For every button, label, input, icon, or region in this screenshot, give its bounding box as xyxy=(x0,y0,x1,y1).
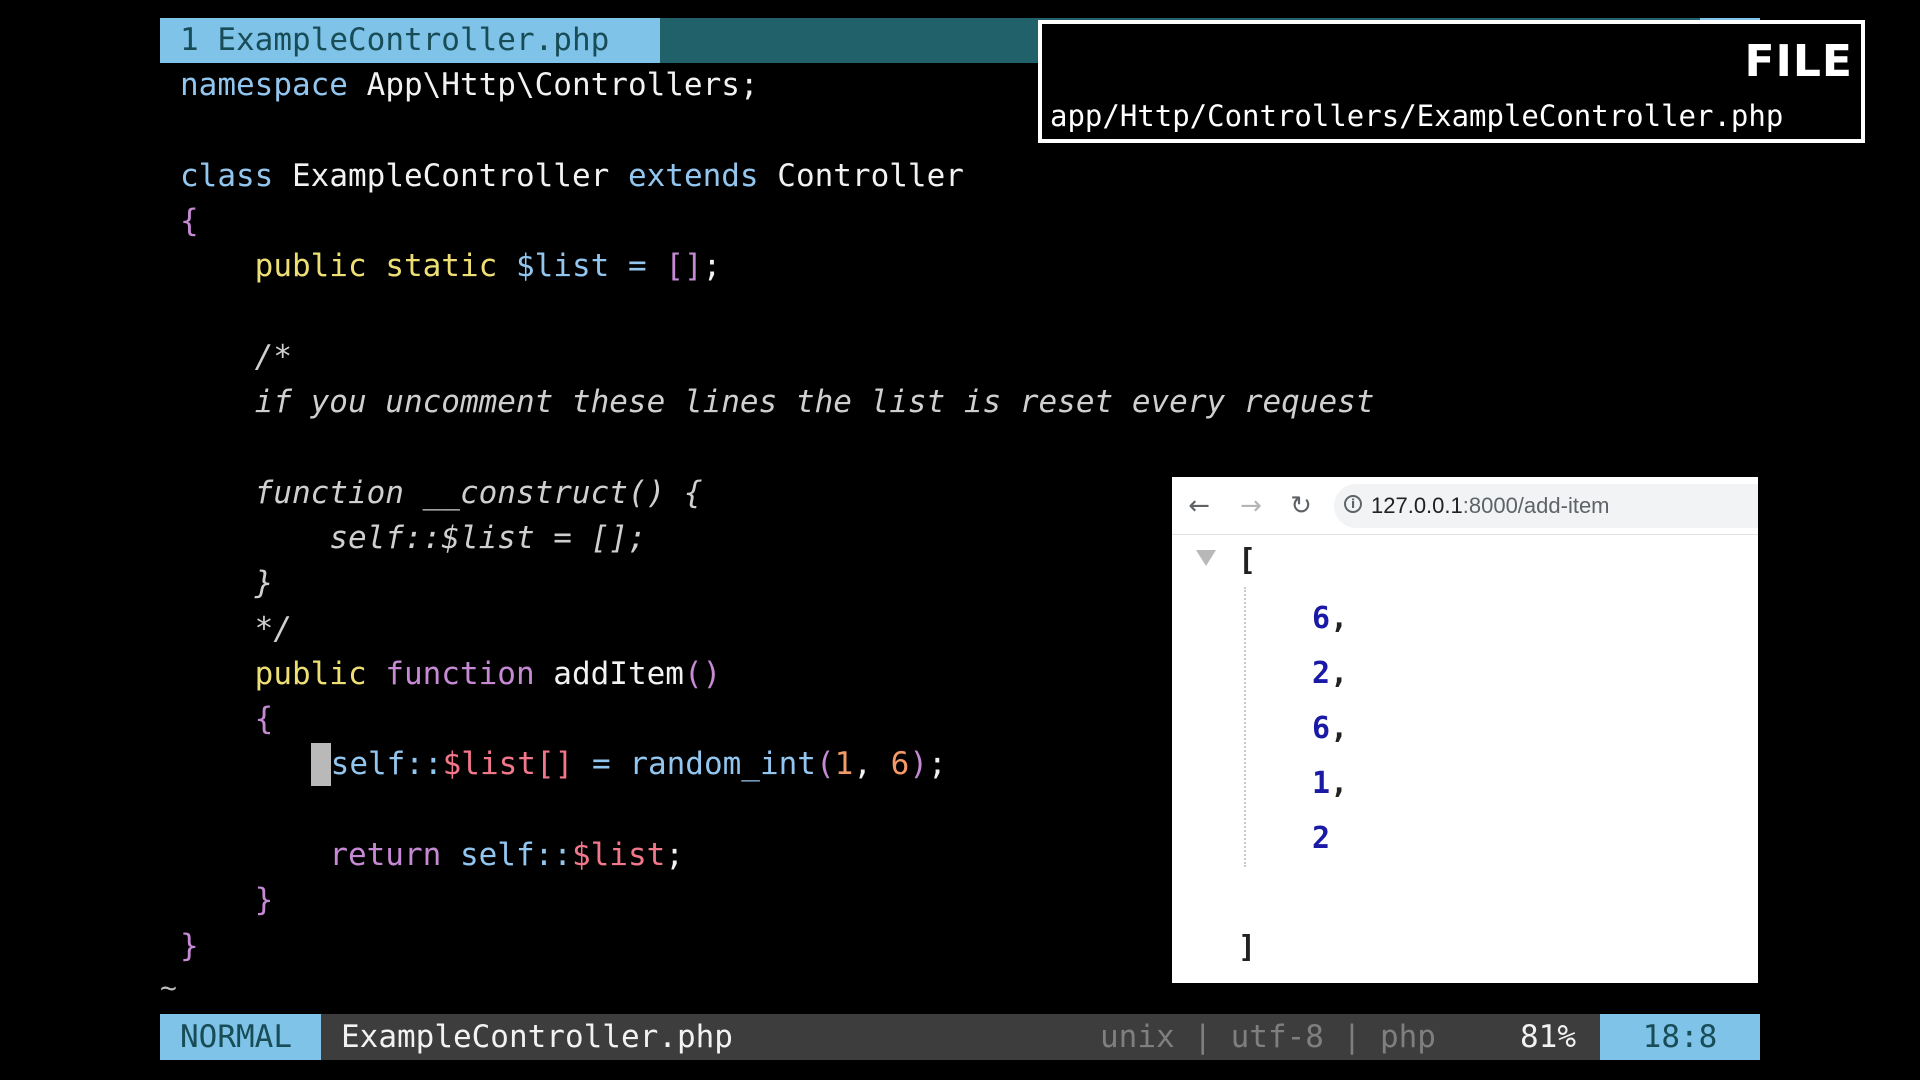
keyword-extends: extends xyxy=(627,157,759,194)
url-text[interactable]: 127.0.0.1:8000/add-item xyxy=(1371,484,1610,528)
json-number: 2 xyxy=(1312,821,1331,856)
code-line: { xyxy=(180,199,1740,244)
json-number: 6 xyxy=(1312,601,1331,636)
code-line: public static $list = []; xyxy=(180,244,1740,289)
code-line-comment: /* xyxy=(180,335,1740,380)
json-item: 2 xyxy=(1312,811,1348,866)
json-comma: , xyxy=(1330,656,1349,691)
url-path: :8000/add-item xyxy=(1462,493,1610,518)
comment-text: if you uncomment these lines the list is… xyxy=(254,384,1375,421)
comment-close: */ xyxy=(254,610,292,647)
empty-line-tilde: ~ xyxy=(160,971,177,1004)
method-parens: () xyxy=(683,655,722,692)
keyword-public: public xyxy=(254,655,367,692)
json-comma: , xyxy=(1330,711,1349,746)
var-list: $list xyxy=(571,837,666,874)
json-item: 1, xyxy=(1312,756,1348,811)
brace-close: } xyxy=(254,882,274,919)
var-list: $list xyxy=(515,248,610,285)
operator-equals: = xyxy=(627,248,647,285)
comment-close-brace: } xyxy=(254,565,274,602)
json-number: 2 xyxy=(1312,656,1331,691)
class-name: ExampleController xyxy=(292,157,610,194)
code-line: class ExampleController extends Controll… xyxy=(180,154,1740,199)
keyword-public: public xyxy=(254,248,367,285)
json-viewer: [ 6, 2, 6, 1, 2 ] xyxy=(1172,535,1758,983)
tab-examplecontroller[interactable]: 1 ExampleController.php xyxy=(160,18,660,63)
file-path-overlay: FILE app/Http/Controllers/ExampleControl… xyxy=(1038,20,1865,143)
status-fileinfo: unix | utf-8 | php xyxy=(1100,1019,1436,1055)
status-filename: ExampleController.php xyxy=(341,1019,733,1055)
arg-min: 1 xyxy=(834,746,854,783)
comma: , xyxy=(853,746,872,783)
keyword-static: static xyxy=(385,248,498,285)
back-arrow-icon[interactable]: ← xyxy=(1182,489,1216,523)
semicolon: ; xyxy=(665,837,684,874)
operator-equals: = xyxy=(591,746,611,783)
paren-close: ) xyxy=(909,746,928,783)
brace-open: { xyxy=(254,701,274,738)
browser-window: ← → ↻ i 127.0.0.1:8000/add-item [ 6, 2, … xyxy=(1172,477,1758,983)
browser-toolbar: ← → ↻ i 127.0.0.1:8000/add-item xyxy=(1172,477,1758,535)
function-random-int: random_int xyxy=(629,746,816,783)
parent-class-name: Controller xyxy=(777,157,964,194)
json-array-close: ] xyxy=(1238,930,1257,965)
json-number: 1 xyxy=(1312,766,1331,801)
tab-filename: ExampleController.php xyxy=(217,22,610,58)
comment-body: self::$list = []; xyxy=(329,519,647,556)
comment-function: function __construct() { xyxy=(254,474,703,511)
json-item: 6, xyxy=(1312,591,1348,646)
overlay-file-path: app/Http/Controllers/ExampleController.p… xyxy=(1050,99,1784,133)
arg-max: 6 xyxy=(890,746,910,783)
overlay-title: FILE xyxy=(1744,36,1853,87)
json-comma: , xyxy=(1330,601,1349,636)
brace-close: } xyxy=(180,927,199,964)
collapse-triangle-icon[interactable] xyxy=(1196,550,1216,566)
namespace-name: App\Http\Controllers; xyxy=(366,67,759,103)
method-name: addItem xyxy=(553,655,684,692)
json-array-items: 6, 2, 6, 1, 2 xyxy=(1312,591,1348,866)
address-bar[interactable]: i 127.0.0.1:8000/add-item xyxy=(1334,484,1758,528)
status-percent: 81% xyxy=(1520,1019,1576,1055)
url-host: 127.0.0.1 xyxy=(1371,493,1463,518)
mode-indicator: NORMAL xyxy=(160,1014,321,1060)
brace-open: { xyxy=(180,202,199,239)
json-item: 6, xyxy=(1312,701,1348,756)
self-ref: self:: xyxy=(330,746,443,783)
tab-number: 1 xyxy=(180,22,199,58)
semicolon: ; xyxy=(927,746,947,783)
json-number: 6 xyxy=(1312,711,1331,746)
json-array-open: [ xyxy=(1238,543,1257,578)
statusline: NORMAL ExampleController.php unix | utf-… xyxy=(160,1014,1760,1060)
keyword-class: class xyxy=(180,157,274,194)
json-item: 2, xyxy=(1312,646,1348,701)
site-info-icon[interactable]: i xyxy=(1344,495,1362,513)
keyword-return: return xyxy=(329,837,442,874)
keyword-namespace: namespace xyxy=(180,67,348,103)
var-list-push: $list[] xyxy=(442,746,574,783)
comment-open: /* xyxy=(254,338,292,375)
json-comma: , xyxy=(1330,766,1349,801)
text-cursor xyxy=(310,743,331,787)
code-line-comment: if you uncomment these lines the list is… xyxy=(180,380,1740,425)
indent-guide xyxy=(1244,587,1246,867)
paren-open: ( xyxy=(815,746,835,783)
reload-icon[interactable]: ↻ xyxy=(1284,489,1318,523)
keyword-function: function xyxy=(385,655,535,692)
semicolon: ; xyxy=(702,248,722,285)
forward-arrow-icon[interactable]: → xyxy=(1234,489,1268,523)
self-ref: self:: xyxy=(459,837,572,874)
empty-array: [] xyxy=(665,248,703,285)
cursor-position: 18:8 xyxy=(1600,1014,1760,1060)
